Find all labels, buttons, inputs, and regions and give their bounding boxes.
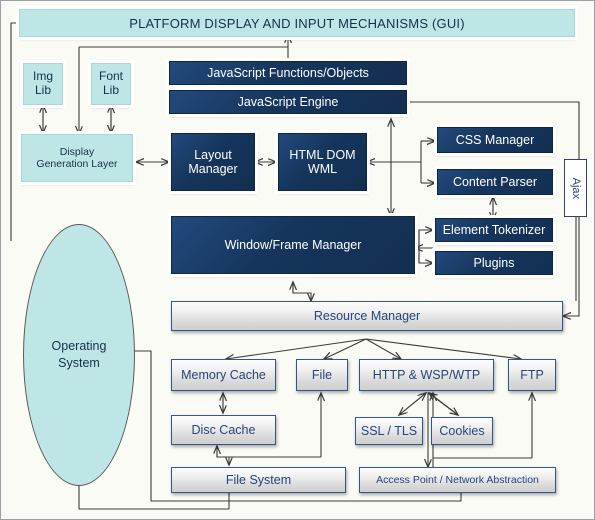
node-file: File — [296, 359, 348, 391]
node-javascript-functions-objects: JavaScript Functions/Objects — [169, 61, 407, 85]
node-ftp: FTP — [508, 359, 556, 391]
node-display-generation-layer: Display Generation Layer — [21, 134, 133, 182]
node-access-point-network-abstraction: Access Point / Network Abstraction — [359, 467, 556, 493]
node-element-tokenizer: Element Tokenizer — [435, 218, 553, 242]
node-layout-manager: Layout Manager — [171, 133, 255, 191]
node-disc-cache: Disc Cache — [171, 415, 276, 445]
node-ssl-tls: SSL / TLS — [355, 417, 423, 445]
node-http-wsp-wtp: HTTP & WSP/WTP — [359, 359, 494, 391]
node-window-frame-manager: Window/Frame Manager — [171, 216, 415, 274]
node-resource-manager: Resource Manager — [171, 301, 563, 331]
node-font-lib: Font Lib — [91, 63, 131, 105]
node-plugins: Plugins — [435, 251, 553, 275]
gui-platform-bar-label: PLATFORM DISPLAY AND INPUT MECHANISMS (G… — [129, 15, 465, 31]
architecture-diagram: PLATFORM DISPLAY AND INPUT MECHANISMS (G… — [0, 0, 595, 520]
node-ajax-label: Ajax — [569, 177, 582, 199]
gui-platform-bar: PLATFORM DISPLAY AND INPUT MECHANISMS (G… — [19, 9, 575, 37]
node-operating-system: Operating System — [23, 224, 135, 486]
node-operating-system-label: Operating System — [51, 339, 107, 370]
node-content-parser: Content Parser — [437, 169, 553, 195]
node-file-system: File System — [171, 467, 346, 493]
node-html-dom-wml: HTML DOM WML — [278, 133, 367, 191]
node-memory-cache: Memory Cache — [171, 359, 276, 391]
node-ajax: Ajax — [564, 159, 587, 217]
node-cookies: Cookies — [431, 417, 493, 445]
node-img-lib: Img Lib — [23, 63, 63, 105]
node-javascript-engine: JavaScript Engine — [169, 90, 407, 114]
node-css-manager: CSS Manager — [437, 127, 553, 153]
